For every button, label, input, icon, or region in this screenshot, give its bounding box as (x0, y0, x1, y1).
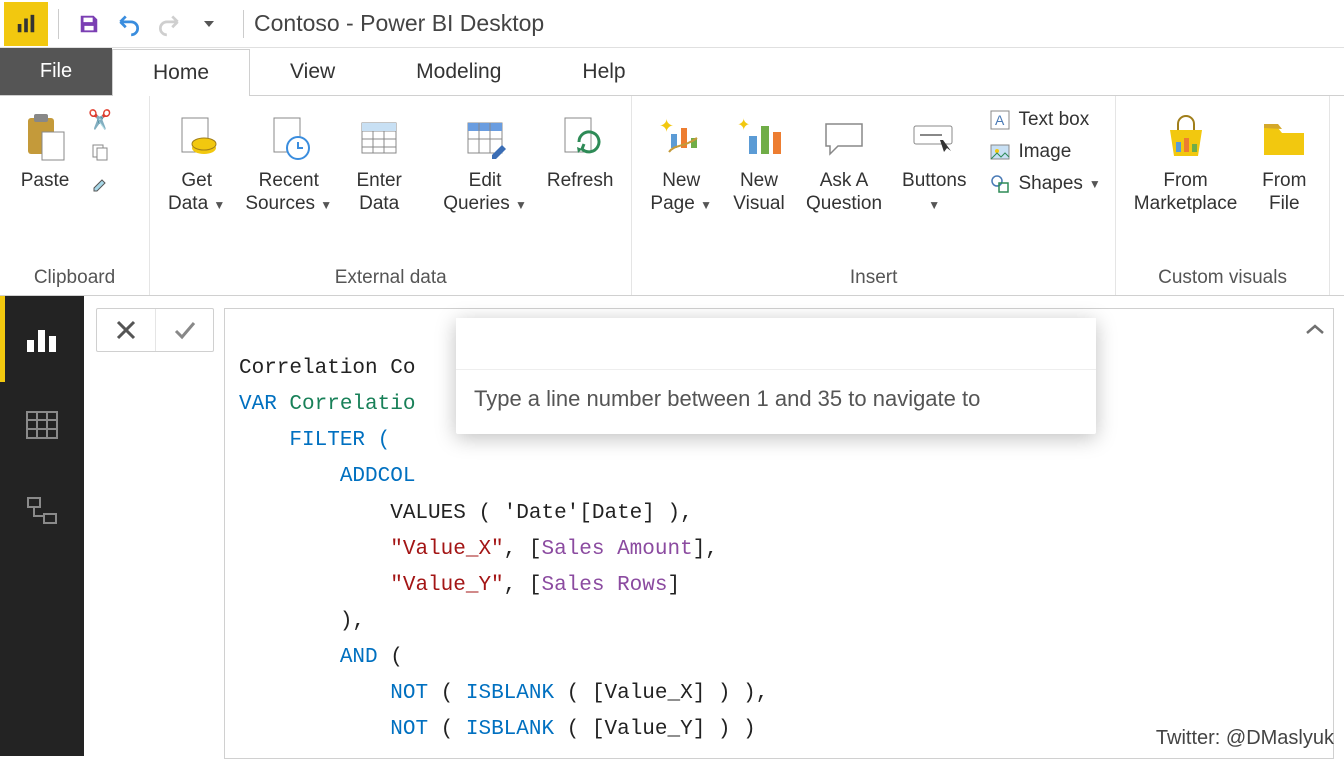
svg-text:✦: ✦ (737, 117, 750, 134)
group-label: Clipboard (10, 263, 139, 289)
brush-icon (88, 172, 112, 196)
svg-text:A: A (995, 112, 1005, 128)
app-icon (4, 2, 48, 46)
left-nav (0, 296, 84, 756)
table-icon (26, 411, 58, 439)
button-cursor-icon (910, 106, 958, 170)
group-clipboard: Paste ✂️ Clipboard (0, 96, 150, 295)
paste-label: Paste (21, 170, 70, 193)
shapes-icon (988, 172, 1012, 196)
shapes-button[interactable]: Shapes ▼ (984, 170, 1104, 198)
from-file-button[interactable]: From File (1249, 102, 1319, 220)
new-visual-button[interactable]: ✦ New Visual (724, 102, 794, 220)
ask-question-button[interactable]: Ask A Question (798, 102, 890, 220)
recent-sources-button[interactable]: Recent Sources ▼ (237, 102, 340, 220)
get-data-button[interactable]: Get Data ▼ (160, 102, 233, 220)
textbox-icon: A (988, 108, 1012, 132)
image-icon (988, 140, 1012, 164)
buttons-button[interactable]: Buttons▼ (894, 102, 974, 220)
newpage-label: New Page ▼ (650, 170, 712, 216)
tab-help[interactable]: Help (542, 48, 666, 95)
cancel-formula-button[interactable] (97, 309, 155, 351)
goto-line-popup: Type a line number between 1 and 35 to n… (456, 318, 1096, 434)
nav-data-view[interactable] (0, 382, 84, 468)
edit-queries-button[interactable]: Edit Queries ▼ (435, 102, 535, 220)
svg-text:✦: ✦ (659, 116, 674, 136)
get-data-label: Get Data ▼ (168, 170, 225, 216)
group-external-data: Get Data ▼ Recent Sources ▼ Enter Data E… (150, 96, 632, 295)
recent-label: Recent Sources ▼ (245, 170, 332, 216)
tab-file[interactable]: File (0, 48, 112, 95)
enter-label: Enter Data (356, 170, 401, 216)
group-label: Insert (642, 263, 1104, 289)
relationship-icon (26, 496, 58, 526)
chart-sparkle-icon: ✦ (657, 106, 705, 170)
edit-queries-icon (464, 106, 506, 170)
image-button[interactable]: Image (984, 138, 1104, 166)
fromfile-label: From File (1262, 170, 1306, 216)
group-insert: ✦ New Page ▼ ✦ New Visual Ask A Question… (632, 96, 1115, 295)
database-icon (176, 106, 218, 170)
marketplace-label: From Marketplace (1134, 170, 1238, 216)
separator (243, 10, 244, 38)
enter-data-button[interactable]: Enter Data (344, 102, 414, 220)
copy-button[interactable] (84, 138, 116, 166)
bar-chart-icon (25, 324, 59, 354)
quick-access-toolbar (65, 8, 233, 40)
separator (58, 9, 59, 39)
ribbon: Paste ✂️ Clipboard Get Data ▼ Recent Sou… (0, 96, 1344, 296)
recent-icon (268, 106, 310, 170)
group-label: Custom visuals (1126, 263, 1320, 289)
formula-action-buttons (96, 308, 214, 352)
nav-model-view[interactable] (0, 468, 84, 554)
group-custom-visuals: From Marketplace From File Custom visual… (1116, 96, 1331, 295)
from-marketplace-button[interactable]: From Marketplace (1126, 102, 1246, 220)
buttons-label: Buttons▼ (902, 170, 966, 216)
expand-formula-button[interactable] (1305, 315, 1325, 351)
newvisual-label: New Visual (733, 170, 784, 216)
commit-formula-button[interactable] (155, 309, 213, 351)
speech-bubble-icon (822, 106, 866, 170)
bar-chart-icon: ✦ (735, 106, 783, 170)
shapes-label: Shapes (1018, 173, 1082, 195)
edit-label: Edit Queries ▼ (443, 170, 527, 216)
tab-view[interactable]: View (250, 48, 376, 95)
goto-line-input[interactable] (456, 318, 1096, 369)
credit-text: Twitter: @DMaslyuk (1156, 727, 1334, 750)
undo-button[interactable] (113, 8, 145, 40)
nav-report-view[interactable] (0, 296, 84, 382)
scissors-icon: ✂️ (88, 108, 112, 132)
tab-home[interactable]: Home (112, 49, 250, 96)
paste-button[interactable]: Paste (10, 102, 80, 197)
folder-icon (1260, 106, 1308, 170)
ribbon-tabs: File Home View Modeling Help (0, 48, 1344, 96)
new-page-button[interactable]: ✦ New Page ▼ (642, 102, 720, 220)
title-bar: Contoso - Power BI Desktop (0, 0, 1344, 48)
tab-modeling[interactable]: Modeling (376, 48, 542, 95)
close-icon (115, 319, 137, 341)
goto-line-hint: Type a line number between 1 and 35 to n… (456, 369, 1096, 434)
ask-label: Ask A Question (806, 170, 882, 216)
check-icon (173, 319, 197, 341)
refresh-icon (559, 106, 601, 170)
image-label: Image (1018, 141, 1071, 163)
text-box-button[interactable]: A Text box (984, 106, 1104, 134)
qat-customize-button[interactable] (193, 8, 225, 40)
group-label: External data (160, 263, 621, 289)
copy-icon (88, 140, 112, 164)
redo-button[interactable] (153, 8, 185, 40)
refresh-button[interactable]: Refresh (539, 102, 622, 197)
refresh-label: Refresh (547, 170, 614, 193)
textbox-label: Text box (1018, 109, 1089, 131)
window-title: Contoso - Power BI Desktop (254, 10, 544, 37)
table-icon (358, 106, 400, 170)
cut-button[interactable]: ✂️ (84, 106, 116, 134)
marketplace-icon (1162, 106, 1210, 170)
save-button[interactable] (73, 8, 105, 40)
clipboard-icon (22, 106, 68, 170)
format-painter-button[interactable] (84, 170, 116, 198)
